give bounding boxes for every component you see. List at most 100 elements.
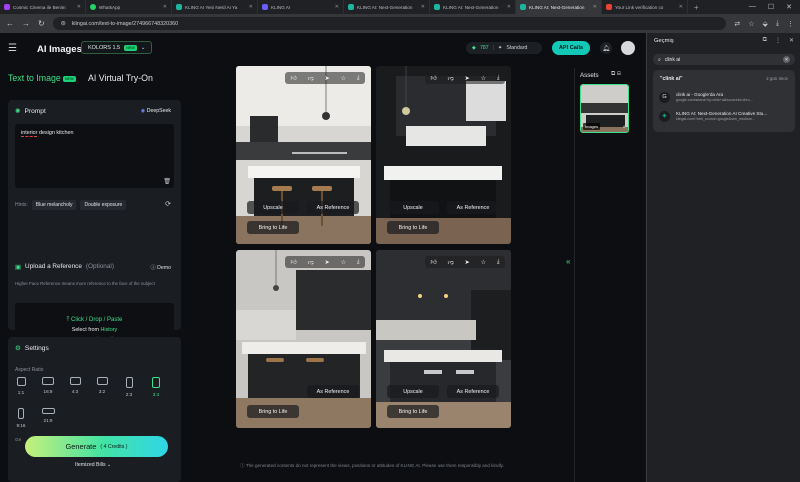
minimize-icon[interactable]: — bbox=[749, 3, 756, 11]
close-icon[interactable]: ✕ bbox=[163, 4, 167, 10]
generated-image[interactable] bbox=[376, 66, 511, 244]
bring-to-life-button[interactable]: Bring to Life bbox=[247, 221, 299, 234]
ratio-option-selected[interactable]: 3:4 bbox=[149, 377, 163, 397]
favorite-star-icon[interactable]: ☆ bbox=[481, 259, 486, 266]
browser-tab-active[interactable]: KLING AI: Next-Generation ✕ bbox=[516, 0, 602, 14]
upscale-button[interactable]: Upscale bbox=[387, 201, 439, 214]
bookmark-star-icon[interactable]: ☆ bbox=[748, 20, 754, 28]
browser-tab[interactable]: WhatsApp ✕ bbox=[86, 0, 172, 14]
avatar[interactable] bbox=[621, 41, 635, 55]
thumbs-up-icon[interactable]: 👍︎ bbox=[430, 74, 436, 82]
generate-button[interactable]: Generate( 4 Credits ) bbox=[25, 436, 168, 457]
collapse-panel-icon[interactable]: « bbox=[566, 257, 570, 266]
history-link[interactable]: History bbox=[100, 327, 117, 333]
generated-image[interactable] bbox=[236, 250, 371, 428]
ratio-option[interactable]: 3:2 bbox=[95, 377, 109, 394]
open-full-icon[interactable]: ⧉ bbox=[763, 37, 767, 44]
tab-text-to-image[interactable]: Text to Image NEW bbox=[8, 73, 76, 83]
deepseek-toggle[interactable]: ◉ DeepSeek bbox=[141, 108, 171, 114]
close-window-icon[interactable]: ✕ bbox=[786, 3, 792, 11]
browser-tab[interactable]: KLING AI Yeni Nesil AI Ya ✕ bbox=[172, 0, 258, 14]
extensions-icon[interactable]: ⬙ bbox=[763, 20, 768, 28]
thumbs-down-icon[interactable]: 👎︎ bbox=[448, 258, 454, 266]
forward-icon[interactable]: → bbox=[22, 19, 30, 28]
share-icon[interactable]: ➤ bbox=[465, 259, 470, 266]
hamburger-menu-icon[interactable]: ☰ bbox=[8, 43, 17, 54]
new-tab-icon[interactable]: + bbox=[688, 3, 705, 12]
as-reference-button[interactable]: As Reference bbox=[447, 385, 499, 398]
upscale-button[interactable]: Upscale bbox=[247, 201, 299, 214]
bell-icon[interactable]: 🔔︎ bbox=[600, 42, 612, 54]
ratio-option[interactable]: 16:9 bbox=[41, 377, 55, 394]
close-icon[interactable]: ✕ bbox=[421, 4, 425, 10]
demo-link[interactable]: ⓘ Demo bbox=[151, 264, 172, 271]
history-item[interactable]: ◈ KLING AI: Next-Generation AI Creative … bbox=[659, 108, 791, 124]
browser-tab[interactable]: Your Link verification co ✕ bbox=[602, 0, 688, 14]
hint-chip[interactable]: Blue melancholy bbox=[31, 200, 77, 210]
favorite-star-icon[interactable]: ☆ bbox=[481, 75, 486, 82]
more-icon[interactable]: ⋮ bbox=[775, 37, 781, 44]
share-icon[interactable]: ➤ bbox=[325, 259, 330, 266]
itemized-bills-link[interactable]: Itemized Bills ⌄ bbox=[75, 462, 111, 468]
ratio-option[interactable]: 2:3 bbox=[122, 377, 136, 397]
refresh-hints-icon[interactable]: ⟳ bbox=[165, 200, 171, 208]
bring-to-life-button[interactable]: Bring to Life bbox=[387, 405, 439, 418]
download-icon[interactable]: ⤓ bbox=[497, 259, 500, 266]
ratio-option[interactable]: 21:9 bbox=[41, 408, 55, 423]
asset-thumbnail[interactable]: Images 4 bbox=[580, 84, 629, 133]
thumbs-down-icon[interactable]: 👎︎ bbox=[448, 74, 454, 82]
ratio-option[interactable]: 1:1 bbox=[14, 377, 28, 395]
thumbs-down-icon[interactable]: 👎︎ bbox=[308, 258, 314, 266]
back-icon[interactable]: ← bbox=[6, 19, 14, 28]
favorite-star-icon[interactable]: ☆ bbox=[341, 259, 346, 266]
download-icon[interactable]: ⤓ bbox=[497, 75, 500, 82]
hint-chip[interactable]: Double exposure bbox=[80, 200, 127, 210]
assets-layers-icon[interactable]: ⧉ ⊟ bbox=[611, 71, 621, 78]
close-icon[interactable]: ✕ bbox=[249, 4, 253, 10]
ratio-option[interactable]: 9:16 bbox=[14, 408, 28, 428]
credits-badge[interactable]: ◆ 787 | ✦ Standard bbox=[466, 42, 542, 54]
close-icon[interactable]: ✕ bbox=[77, 4, 81, 10]
share-icon[interactable]: ➤ bbox=[465, 75, 470, 82]
generated-image[interactable] bbox=[376, 250, 511, 428]
download-icon[interactable]: ⤓ bbox=[357, 75, 360, 82]
upscale-button[interactable]: Upscale bbox=[387, 385, 439, 398]
close-icon[interactable]: ✕ bbox=[507, 4, 511, 10]
browser-tab[interactable]: KLING AI ✕ bbox=[258, 0, 344, 14]
model-select[interactable]: KOLORS 1.5 NEW ⌄ bbox=[81, 41, 153, 54]
download-icon[interactable]: ⤓ bbox=[357, 259, 360, 266]
browser-tab[interactable]: Cosmic Cinema ile Benim ✕ bbox=[0, 0, 86, 14]
favorite-star-icon[interactable]: ☆ bbox=[341, 75, 346, 82]
download-icon[interactable]: ⤓ bbox=[776, 20, 779, 28]
menu-dots-icon[interactable]: ⋮ bbox=[787, 20, 794, 28]
history-search-input[interactable]: ⌕ clink ai ✕ bbox=[653, 54, 795, 65]
bring-to-life-button[interactable]: Bring to Life bbox=[247, 405, 299, 418]
close-icon[interactable]: ✕ bbox=[789, 37, 794, 44]
as-reference-button[interactable]: As Reference bbox=[307, 201, 359, 214]
clear-search-icon[interactable]: ✕ bbox=[783, 56, 790, 63]
history-item[interactable]: G clink ai - Google'da Ara google.com/sea… bbox=[659, 89, 791, 105]
as-reference-button[interactable]: As Reference bbox=[307, 385, 359, 398]
thumbs-up-icon[interactable]: 👍︎ bbox=[290, 74, 296, 82]
close-icon[interactable]: ✕ bbox=[679, 4, 683, 10]
ratio-option[interactable]: 4:3 bbox=[68, 377, 82, 394]
thumbs-up-icon[interactable]: 👍︎ bbox=[430, 258, 436, 266]
url-input[interactable]: ⊜ klingai.com/text-to-image/2749667483203… bbox=[52, 17, 727, 30]
share-icon[interactable]: ➤ bbox=[325, 75, 330, 82]
generated-image[interactable] bbox=[236, 66, 371, 244]
site-info-icon[interactable]: ⊜ bbox=[61, 20, 66, 27]
close-icon[interactable]: ✕ bbox=[335, 4, 339, 10]
tab-virtual-try-on[interactable]: AI Virtual Try-On bbox=[88, 73, 153, 83]
maximize-icon[interactable]: ☐ bbox=[768, 3, 774, 11]
translate-icon[interactable]: ⇄ bbox=[734, 20, 740, 28]
close-icon[interactable]: ✕ bbox=[593, 4, 597, 10]
thumbs-down-icon[interactable]: 👎︎ bbox=[308, 74, 314, 82]
as-reference-button[interactable]: As Reference bbox=[447, 201, 499, 214]
thumbs-up-icon[interactable]: 👍︎ bbox=[290, 258, 296, 266]
trash-icon[interactable]: 🗑︎ bbox=[163, 178, 171, 185]
api-calls-button[interactable]: API Calls bbox=[552, 41, 590, 55]
reload-icon[interactable]: ↻ bbox=[38, 19, 45, 28]
prompt-input[interactable]: interior design kitchen bbox=[15, 124, 174, 188]
browser-tab[interactable]: KLING AI: Next-Generation ✕ bbox=[344, 0, 430, 14]
bring-to-life-button[interactable]: Bring to Life bbox=[387, 221, 439, 234]
